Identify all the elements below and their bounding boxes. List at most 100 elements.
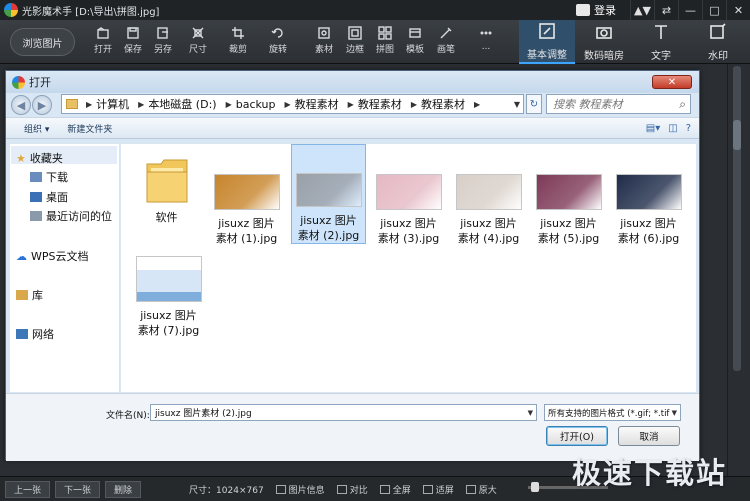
open-button[interactable]: 打开(O)	[546, 426, 608, 446]
chevron-right-icon: ▶	[225, 99, 232, 109]
file-name: 素材 (5).jpg	[537, 232, 600, 245]
address-bar[interactable]: ▶ 计算机 ▶ 本地磁盘 (D:) ▶ backup ▶ 教程素材 ▶ 教程素材…	[61, 94, 524, 114]
tab-text[interactable]: 文字	[633, 20, 689, 64]
search-placeholder: 搜索 教程素材	[553, 98, 623, 111]
refresh-button[interactable]: ↻	[526, 94, 542, 114]
nav-downloads[interactable]: 下载	[30, 169, 68, 185]
view-icon[interactable]: ▤▾	[646, 123, 660, 134]
settings-button[interactable]: ⇄	[654, 0, 678, 20]
tab-label: 水印	[708, 50, 728, 62]
rotate-icon	[270, 26, 286, 40]
file-item[interactable]: 软件	[129, 146, 204, 225]
tool-brush[interactable]: 画笔	[430, 26, 462, 60]
file-item[interactable]: jisuxz 图片 素材 (1).jpg	[209, 146, 284, 246]
filename-field[interactable]: jisuxz 图片素材 (2).jpg ▼	[150, 404, 537, 421]
file-item[interactable]: jisuxz 图片 素材 (2).jpg	[291, 144, 366, 244]
file-list: 软件 jisuxz 图片 素材 (1).jpg jisuxz 图片 素材 (2).jpg…	[121, 144, 696, 392]
minimize-button[interactable]: —	[678, 0, 702, 20]
basic-adjust-icon	[538, 22, 556, 43]
tool-template[interactable]: 模板	[399, 26, 431, 60]
chevron-down-icon[interactable]: ▼	[669, 408, 677, 417]
browse-images-button[interactable]: 浏览图片	[10, 28, 75, 56]
prev-image-button[interactable]: 上一张	[5, 480, 51, 498]
file-item[interactable]: jisuxz 图片 素材 (4).jpg	[451, 146, 526, 246]
breadcrumb-material-2[interactable]: 教程素材	[358, 96, 402, 112]
tool-collage[interactable]: 拼图	[369, 26, 401, 60]
tool-resize[interactable]: 尺寸	[182, 26, 214, 60]
help-icon[interactable]: ?	[686, 123, 691, 134]
file-item[interactable]: jisuxz 图片 素材 (6).jpg	[611, 146, 686, 246]
image-info-button[interactable]: 图片信息	[275, 483, 325, 496]
breadcrumb-material-3[interactable]: 教程素材	[421, 96, 465, 112]
file-name: jisuxz 图片	[380, 217, 437, 230]
chevron-right-icon: ▶	[138, 99, 145, 109]
forward-button[interactable]: ▶	[32, 95, 52, 115]
next-image-button[interactable]: 下一张	[55, 480, 101, 498]
file-name: 素材 (3).jpg	[377, 232, 440, 245]
login-button[interactable]: 登录	[576, 2, 616, 18]
address-dropdown-icon[interactable]: ▼	[514, 100, 520, 109]
nav-desktop[interactable]: 桌面	[30, 189, 68, 205]
tool-crop[interactable]: 裁剪	[222, 26, 254, 60]
breadcrumb-disk[interactable]: 本地磁盘 (D:)	[148, 96, 216, 112]
organize-button[interactable]: 组织 ▾	[24, 122, 49, 135]
save-icon	[125, 26, 141, 40]
nav-recent[interactable]: 最近访问的位	[30, 208, 112, 224]
compare-button[interactable]: 对比	[336, 483, 368, 496]
fullscreen-button[interactable]: 全屏	[379, 483, 411, 496]
search-input[interactable]: 搜索 教程素材 ⌕	[546, 94, 691, 114]
skin-button[interactable]: ▲▼	[630, 0, 654, 20]
back-button[interactable]: ◀	[11, 95, 31, 115]
new-folder-button[interactable]: 新建文件夹	[67, 122, 112, 135]
tool-save-as[interactable]: 另存	[147, 26, 179, 60]
preview-pane-icon[interactable]: ◫	[668, 123, 677, 134]
file-item[interactable]: jisuxz 图片 素材 (7).jpg	[131, 250, 206, 338]
tool-more[interactable]: ...	[470, 26, 502, 60]
fit-icon	[422, 484, 433, 494]
tool-label: 另存	[153, 45, 172, 55]
compare-label: 对比	[349, 485, 368, 496]
file-name: 素材 (7).jpg	[137, 324, 200, 337]
nav-library-label: 库	[32, 289, 43, 302]
image-thumbnail	[213, 174, 280, 210]
panel-scroll-thumb[interactable]	[733, 120, 741, 150]
nav-favorites[interactable]: ★ 收藏夹	[16, 150, 63, 166]
maximize-button[interactable]: □	[702, 0, 726, 20]
login-label: 登录	[594, 4, 616, 17]
chevron-down-icon[interactable]: ▼	[528, 409, 533, 417]
file-item[interactable]: jisuxz 图片 素材 (5).jpg	[531, 146, 606, 246]
nav-wps[interactable]: ☁ WPS云文档	[16, 248, 89, 264]
tool-border[interactable]: 边框	[339, 26, 371, 60]
panel-scrollbar[interactable]	[733, 66, 741, 371]
nav-downloads-label: 下载	[46, 171, 68, 184]
fit-screen-button[interactable]: 适屏	[422, 483, 454, 496]
breadcrumb-material-1[interactable]: 教程素材	[295, 96, 339, 112]
file-name: 素材 (6).jpg	[617, 232, 680, 245]
crop-icon	[230, 26, 246, 40]
tool-label: 画笔	[436, 45, 455, 55]
tool-material[interactable]: 素材	[308, 26, 340, 60]
breadcrumb-backup[interactable]: backup	[236, 98, 276, 111]
tool-rotate[interactable]: 旋转	[262, 26, 294, 60]
tool-open[interactable]: 打开	[87, 26, 119, 60]
close-button[interactable]: ✕	[726, 0, 750, 20]
nav-library[interactable]: 库	[16, 287, 43, 303]
filetype-select[interactable]: 所有支持的图片格式 (*.gif; *.tif ▼	[544, 404, 681, 421]
star-icon: ★	[16, 151, 26, 165]
file-item[interactable]: jisuxz 图片 素材 (3).jpg	[371, 146, 446, 246]
library-icon	[16, 290, 28, 300]
image-thumbnail	[375, 174, 442, 210]
tab-darkroom[interactable]: 数码暗房	[576, 20, 632, 64]
info-icon	[275, 484, 286, 494]
delete-button[interactable]: 删除	[105, 480, 142, 498]
zoom-slider-handle[interactable]	[531, 482, 539, 492]
tool-save[interactable]: 保存	[117, 26, 149, 60]
tab-basic-adjust[interactable]: 基本调整	[519, 20, 575, 64]
tab-watermark[interactable]: 水印	[690, 20, 746, 64]
tool-label: 拼图	[375, 45, 394, 55]
nav-network[interactable]: 网络	[16, 326, 54, 342]
original-size-button[interactable]: 原大	[465, 483, 497, 496]
dialog-close-button[interactable]: ✕	[652, 75, 692, 89]
breadcrumb-computer[interactable]: 计算机	[96, 96, 129, 112]
cancel-button[interactable]: 取消	[618, 426, 680, 446]
